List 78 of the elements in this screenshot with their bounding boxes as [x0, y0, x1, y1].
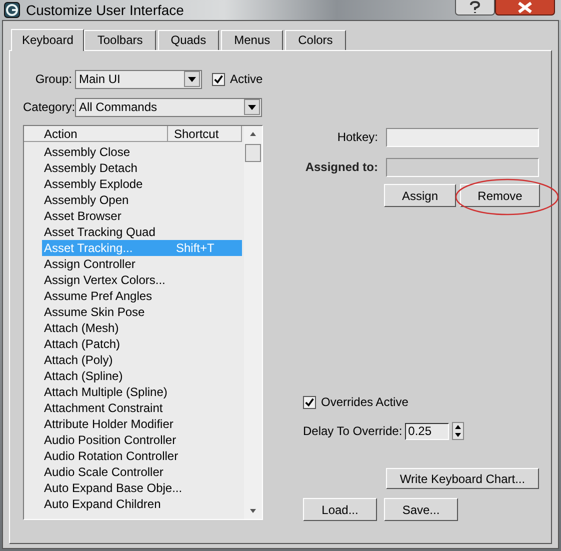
list-row[interactable]: Asset Browser — [42, 208, 242, 224]
spinner-icon[interactable] — [452, 422, 464, 440]
app-icon — [4, 2, 20, 18]
close-icon[interactable] — [495, 0, 555, 16]
list-row[interactable]: Audio Scale Controller — [42, 464, 242, 480]
delay-label: Delay To Override: — [303, 424, 402, 438]
save-button[interactable]: Save... — [384, 498, 458, 521]
list-row[interactable]: Assume Pref Angles — [42, 288, 242, 304]
list-row[interactable]: Attach (Poly) — [42, 352, 242, 368]
action-name: Attachment Constraint — [43, 400, 164, 416]
scroll-thumb[interactable] — [245, 144, 261, 162]
overrides-checkbox[interactable] — [303, 396, 316, 408]
action-name: Attribute Holder Modifier — [43, 416, 174, 432]
list-row[interactable]: Assembly Explode — [42, 176, 242, 192]
category-dropdown[interactable]: All Commands — [75, 98, 262, 116]
action-name: Attach (Spline) — [43, 368, 124, 384]
tab[interactable]: Menus — [221, 30, 284, 50]
shortcut-text: Shift+T — [176, 240, 214, 256]
list-row[interactable]: Asset Tracking Quad — [42, 224, 242, 240]
action-name: Asset Tracking Quad — [43, 224, 156, 240]
tab[interactable]: Toolbars — [84, 30, 156, 50]
action-name: Attach Multiple (Spline) — [43, 384, 168, 400]
action-name: Audio Scale Controller — [43, 464, 164, 480]
list-row[interactable]: Assume Skin Pose — [42, 304, 242, 320]
list-row[interactable]: Assign Vertex Colors... — [42, 272, 242, 288]
list-row[interactable]: Attach (Patch) — [42, 336, 242, 352]
list-row[interactable]: Attachment Constraint — [42, 400, 242, 416]
assign-button[interactable]: Assign — [384, 184, 456, 207]
action-name: Assembly Explode — [43, 176, 144, 192]
action-name: Assign Vertex Colors... — [43, 272, 166, 288]
load-button[interactable]: Load... — [303, 498, 377, 521]
list-row[interactable]: Assembly Close — [42, 144, 242, 160]
list-row[interactable]: Attribute Holder Modifier — [42, 416, 242, 432]
action-name: Asset Browser — [43, 208, 122, 224]
tab[interactable]: Keyboard — [11, 29, 84, 51]
list-row[interactable]: Auto Expand Base Obje... — [42, 480, 242, 496]
list-row[interactable]: Auto Expand Children — [42, 496, 242, 512]
delay-field[interactable]: 0.25 — [405, 422, 450, 440]
list-row[interactable]: Attach (Mesh) — [42, 320, 242, 336]
action-name: Audio Rotation Controller — [43, 448, 178, 464]
list-row[interactable]: Attach Multiple (Spline) — [42, 384, 242, 400]
action-name: Attach (Patch) — [43, 336, 122, 352]
scrollbar[interactable] — [244, 126, 262, 519]
action-name: Assign Controller — [43, 256, 136, 272]
tab[interactable]: Colors — [285, 30, 346, 50]
assigned-to-label: Assigned to: — [304, 160, 378, 174]
list-row[interactable]: Assembly Detach — [42, 160, 242, 176]
window-title: Customize User Interface — [26, 2, 184, 18]
tab[interactable]: Quads — [158, 30, 220, 50]
list-row[interactable]: Audio Rotation Controller — [42, 448, 242, 464]
action-name: Assembly Close — [43, 144, 132, 160]
category-label: Category: — [23, 100, 72, 114]
group-label: Group: — [34, 72, 72, 86]
action-name: Auto Expand Children — [43, 496, 162, 512]
list-row[interactable]: Assign Controller — [42, 256, 242, 272]
overrides-label: Overrides Active — [321, 395, 408, 409]
help-icon[interactable] — [455, 0, 495, 16]
action-name: Assembly Detach — [43, 160, 138, 176]
action-name: Assume Pref Angles — [43, 288, 154, 304]
active-checkbox[interactable] — [212, 72, 225, 86]
action-name: Asset Tracking... — [43, 240, 134, 256]
list-row[interactable]: Assembly Open — [42, 192, 242, 208]
action-name: Attach (Poly) — [43, 352, 114, 368]
list-row[interactable]: Attach (Spline) — [42, 368, 242, 384]
list-row[interactable]: Audio Position Controller — [42, 432, 242, 448]
action-name: Attach (Mesh) — [43, 320, 120, 336]
action-name: Auto Expand Base Obje... — [43, 480, 182, 496]
active-label: Active — [230, 72, 263, 86]
write-keyboard-chart-button[interactable]: Write Keyboard Chart... — [386, 468, 539, 489]
action-name: Audio Position Controller — [43, 432, 176, 448]
hotkey-label: Hotkey: — [336, 130, 378, 144]
action-name: Assembly Open — [43, 192, 130, 208]
remove-button[interactable]: Remove — [460, 184, 540, 207]
column-header[interactable]: Shortcut — [168, 126, 242, 142]
column-header[interactable]: Action — [24, 126, 168, 142]
hotkey-field[interactable] — [386, 128, 539, 146]
action-name: Assume Skin Pose — [43, 304, 146, 320]
group-dropdown[interactable]: Main UI — [75, 70, 202, 88]
